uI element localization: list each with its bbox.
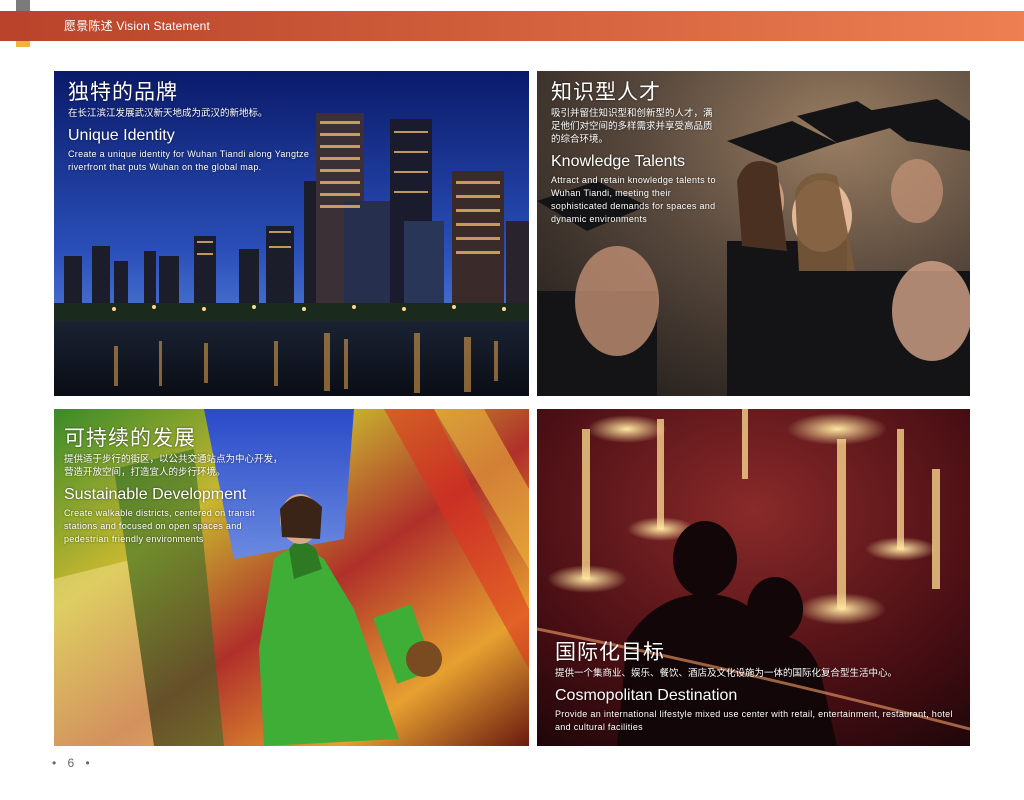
panel-sustainable-development: 可持续的发展 提供适于步行的街区，以公共交通站点为中心开发，营造开放空间，打造宜… [54,409,529,746]
page-number: • 6 • [52,756,94,770]
caption-cn-title: 国际化目标 [555,641,665,664]
caption-en-text: Attract and retain knowledge talents to … [551,175,716,224]
caption: 独特的品牌 在长江滨江发展武汉新天地成为武汉的新地标。 Unique Ident… [68,81,328,174]
caption-cn-title: 可持续的发展 [64,427,196,450]
caption-en-text: Provide an international lifestyle mixed… [555,709,953,732]
caption-cn-title: 独特的品牌 [68,81,178,104]
panel-cosmopolitan-destination: 国际化目标 提供一个集商业、娱乐、餐饮、酒店及文化设施为一体的国际化复合型生活中… [537,409,970,746]
caption-en-title: Knowledge Talents [551,153,686,170]
caption: 可持续的发展 提供适于步行的街区，以公共交通站点为中心开发，营造开放空间，打造宜… [64,427,286,546]
caption-en-title: Unique Identity [68,127,175,144]
caption-en-text: Create walkable districts, centered on t… [64,508,255,544]
caption-cn-text: 吸引并留住知识型和创新型的人才，满足他们对空间的多样需求并享受高品质的综合环境。 [551,108,713,145]
caption-cn-text: 在长江滨江发展武汉新天地成为武汉的新地标。 [68,108,268,119]
caption: 国际化目标 提供一个集商业、娱乐、餐饮、酒店及文化设施为一体的国际化复合型生活中… [555,641,955,734]
caption-en-title: Cosmopolitan Destination [555,687,738,704]
panel-knowledge-talents: 知识型人才 吸引并留住知识型和创新型的人才，满足他们对空间的多样需求并享受高品质… [537,71,970,396]
caption-en-text: Create a unique identity for Wuhan Tiand… [68,149,310,172]
caption-cn-text: 提供适于步行的街区，以公共交通站点为中心开发，营造开放空间，打造宜人的步行环境。 [64,454,283,478]
caption-cn-title: 知识型人才 [551,81,661,104]
caption-en-title: Sustainable Development [64,486,247,503]
page-title: 愿景陈述 Vision Statement [64,19,211,33]
caption-cn-text: 提供一个集商业、娱乐、餐饮、酒店及文化设施为一体的国际化复合型生活中心。 [555,668,898,679]
caption: 知识型人才 吸引并留住知识型和创新型的人才，满足他们对空间的多样需求并享受高品质… [551,81,721,226]
panel-unique-identity: 独特的品牌 在长江滨江发展武汉新天地成为武汉的新地标。 Unique Ident… [54,71,529,396]
header-decor-square [16,0,30,11]
